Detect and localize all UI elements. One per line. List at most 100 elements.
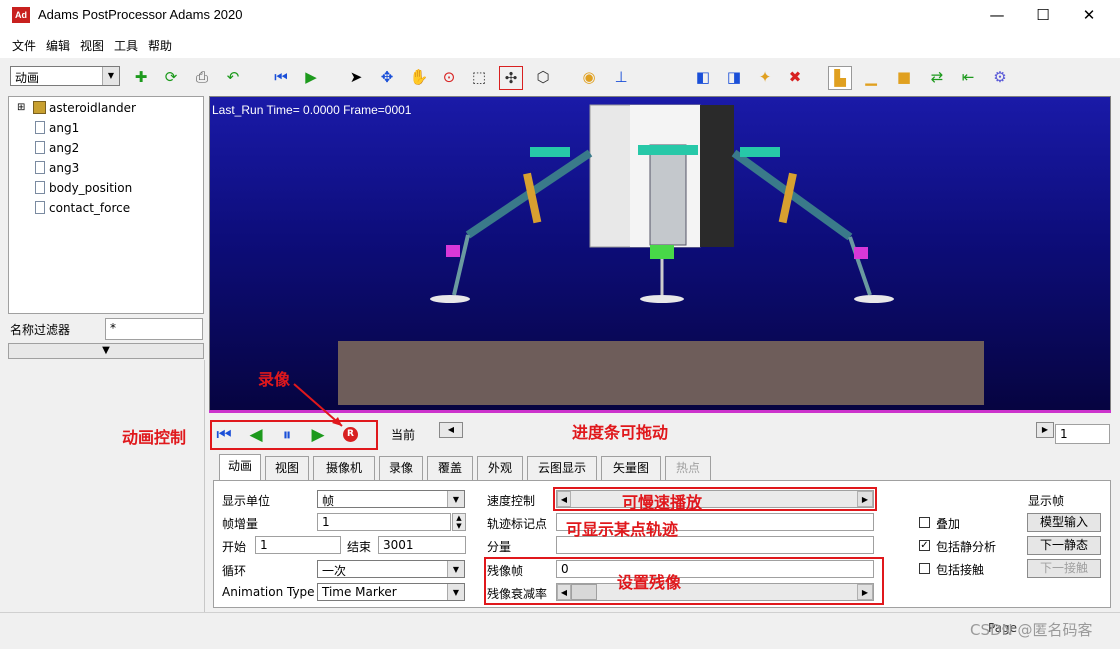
title-bar: Ad Adams PostProcessor Adams 2020 — ☐ ✕	[0, 0, 1120, 32]
expand-icon[interactable]: ⊞	[17, 102, 25, 113]
tree-item[interactable]: body_position	[49, 181, 132, 195]
window-title: Adams PostProcessor Adams 2020	[38, 7, 243, 22]
display-unit-label: 显示单位	[222, 494, 271, 508]
left-lower-panel	[8, 360, 205, 612]
document-icon	[35, 161, 45, 174]
frame-increment-spinner[interactable]: ▲ ▼	[452, 513, 466, 531]
tree-item[interactable]: contact_force	[49, 201, 130, 215]
rewind-icon[interactable]: ⏮	[270, 66, 292, 88]
print-icon[interactable]: ⎙	[191, 66, 213, 88]
mode-select[interactable]: 动画 ▼	[10, 66, 120, 86]
next-static-button[interactable]: 下一静态	[1027, 536, 1101, 555]
end-input[interactable]: 3001	[378, 536, 466, 554]
expand-panel-button[interactable]: ▼	[8, 343, 204, 359]
app-icon: Ad	[12, 7, 30, 23]
center-icon[interactable]: ⊙	[438, 66, 460, 88]
minimize-icon[interactable]: —	[974, 0, 1020, 30]
annotation-arrow	[293, 383, 343, 427]
record-annotation: 录像	[258, 370, 291, 389]
tab-animation[interactable]: 动画	[219, 454, 261, 481]
menu-file[interactable]: 文件	[12, 37, 36, 54]
loop-value: 一次	[322, 564, 347, 578]
layout-3-icon[interactable]: ■	[893, 66, 915, 88]
name-filter-input[interactable]: *	[105, 318, 203, 340]
delete-page-icon[interactable]: ✖	[784, 66, 806, 88]
progress-thumb[interactable]: ◀	[439, 422, 463, 438]
tab-hotspot[interactable]: 热点	[665, 456, 711, 480]
slow-play-annotation: 可慢速播放	[622, 493, 703, 512]
progress-annotation: 进度条可拖动	[572, 423, 669, 442]
swap-icon[interactable]: ⇄	[926, 66, 948, 88]
watermark: CSDN @匿名码客	[970, 621, 1093, 639]
tab-view[interactable]: 视图	[265, 456, 309, 480]
play-icon[interactable]: ▶	[300, 66, 322, 88]
document-icon	[35, 141, 45, 154]
rotate-icon[interactable]: ✥	[376, 66, 398, 88]
tree-item[interactable]: ang1	[49, 121, 79, 135]
menu-edit[interactable]: 编辑	[46, 37, 70, 54]
loop-select[interactable]: 一次 ▼	[317, 560, 465, 578]
tab-contour[interactable]: 云图显示	[527, 456, 597, 480]
import-icon[interactable]: ⇤	[957, 66, 979, 88]
new-page-icon[interactable]: ✦	[754, 66, 776, 88]
next-contact-button[interactable]: 下一接触	[1027, 559, 1101, 578]
tab-camera[interactable]: 摄像机	[313, 456, 375, 480]
status-bar	[0, 612, 1120, 649]
tree-item[interactable]: ang3	[49, 161, 79, 175]
overlay-checkbox[interactable]	[919, 517, 930, 528]
layout-1-icon[interactable]: ▙	[828, 66, 852, 90]
pan-hand-icon[interactable]: ✋	[408, 66, 430, 88]
anim-control-annotation: 动画控制	[122, 428, 187, 447]
3d-view-icon[interactable]: ⬡	[532, 66, 554, 88]
component-label: 分量	[487, 540, 512, 554]
chevron-down-icon: ▼	[102, 67, 119, 85]
frame-increment-input[interactable]: 1	[317, 513, 451, 531]
fit-icon[interactable]: ✣	[499, 66, 523, 90]
select-arrow-icon[interactable]: ➤	[345, 66, 367, 88]
model-input-button[interactable]: 模型输入	[1027, 513, 1101, 532]
animation-type-label: Animation Type	[222, 585, 315, 599]
frame-increment-label: 帧增量	[222, 517, 259, 531]
mode-select-value: 动画	[15, 71, 40, 85]
menu-view[interactable]: 视图	[80, 37, 104, 54]
tab-overlay[interactable]: 覆盖	[427, 456, 473, 480]
animation-type-value: Time Marker	[322, 585, 397, 599]
start-label: 开始	[222, 540, 247, 554]
tab-appearance[interactable]: 外观	[477, 456, 523, 480]
tree-item-root[interactable]: asteroidlander	[49, 101, 136, 115]
frame-step-button[interactable]: ▶	[1036, 422, 1054, 438]
animation-type-select[interactable]: Time Marker ▼	[317, 583, 465, 601]
globe-icon[interactable]: ◉	[578, 66, 600, 88]
axis-icon[interactable]: ⊥	[610, 66, 632, 88]
layout-2-icon[interactable]: ▁	[860, 66, 882, 88]
animation-viewport[interactable]: Last_Run Time= 0.0000 Frame=0001	[209, 96, 1111, 412]
include-contact-checkbox[interactable]	[919, 563, 930, 574]
settings-gear-icon[interactable]: ⚙	[989, 66, 1011, 88]
progress-slider[interactable]	[438, 422, 1050, 438]
maximize-icon[interactable]: ☐	[1020, 0, 1066, 30]
add-page-icon[interactable]: ✚	[130, 66, 152, 88]
display-unit-select[interactable]: 帧 ▼	[317, 490, 465, 508]
overlay-label: 叠加	[936, 517, 961, 531]
prev-page-icon[interactable]: ◧	[692, 66, 714, 88]
frame-input[interactable]: 1	[1055, 424, 1110, 444]
include-static-checkbox[interactable]: ✓	[919, 540, 930, 551]
menu-help[interactable]: 帮助	[148, 37, 172, 54]
chevron-down-icon: ▼	[447, 561, 464, 577]
menu-tools[interactable]: 工具	[114, 37, 138, 54]
start-input[interactable]: 1	[255, 536, 341, 554]
include-static-label: 包括静分析	[936, 540, 997, 554]
close-icon[interactable]: ✕	[1066, 0, 1112, 30]
tree-item[interactable]: ang2	[49, 141, 79, 155]
next-page-icon[interactable]: ◨	[723, 66, 745, 88]
document-icon	[35, 201, 45, 214]
current-label: 当前	[391, 428, 416, 442]
tab-record[interactable]: 录像	[379, 456, 423, 480]
refresh-icon[interactable]: ⟳	[160, 66, 182, 88]
include-contact-label: 包括接触	[936, 563, 985, 577]
toolbar: 动画 ▼ ✚ ⟳ ⎙ ↶ ⏮ ▶ ➤ ✥ ✋ ⊙ ⬚ ✣ ⬡ ◉ ⊥ ◧ ◨ ✦…	[0, 58, 1120, 96]
undo-icon[interactable]: ↶	[222, 66, 244, 88]
tab-vector[interactable]: 矢量图	[601, 456, 661, 480]
result-tree: ⊞ asteroidlander ang1 ang2 ang3 body_pos…	[8, 96, 204, 314]
zoom-box-icon[interactable]: ⬚	[468, 66, 490, 88]
